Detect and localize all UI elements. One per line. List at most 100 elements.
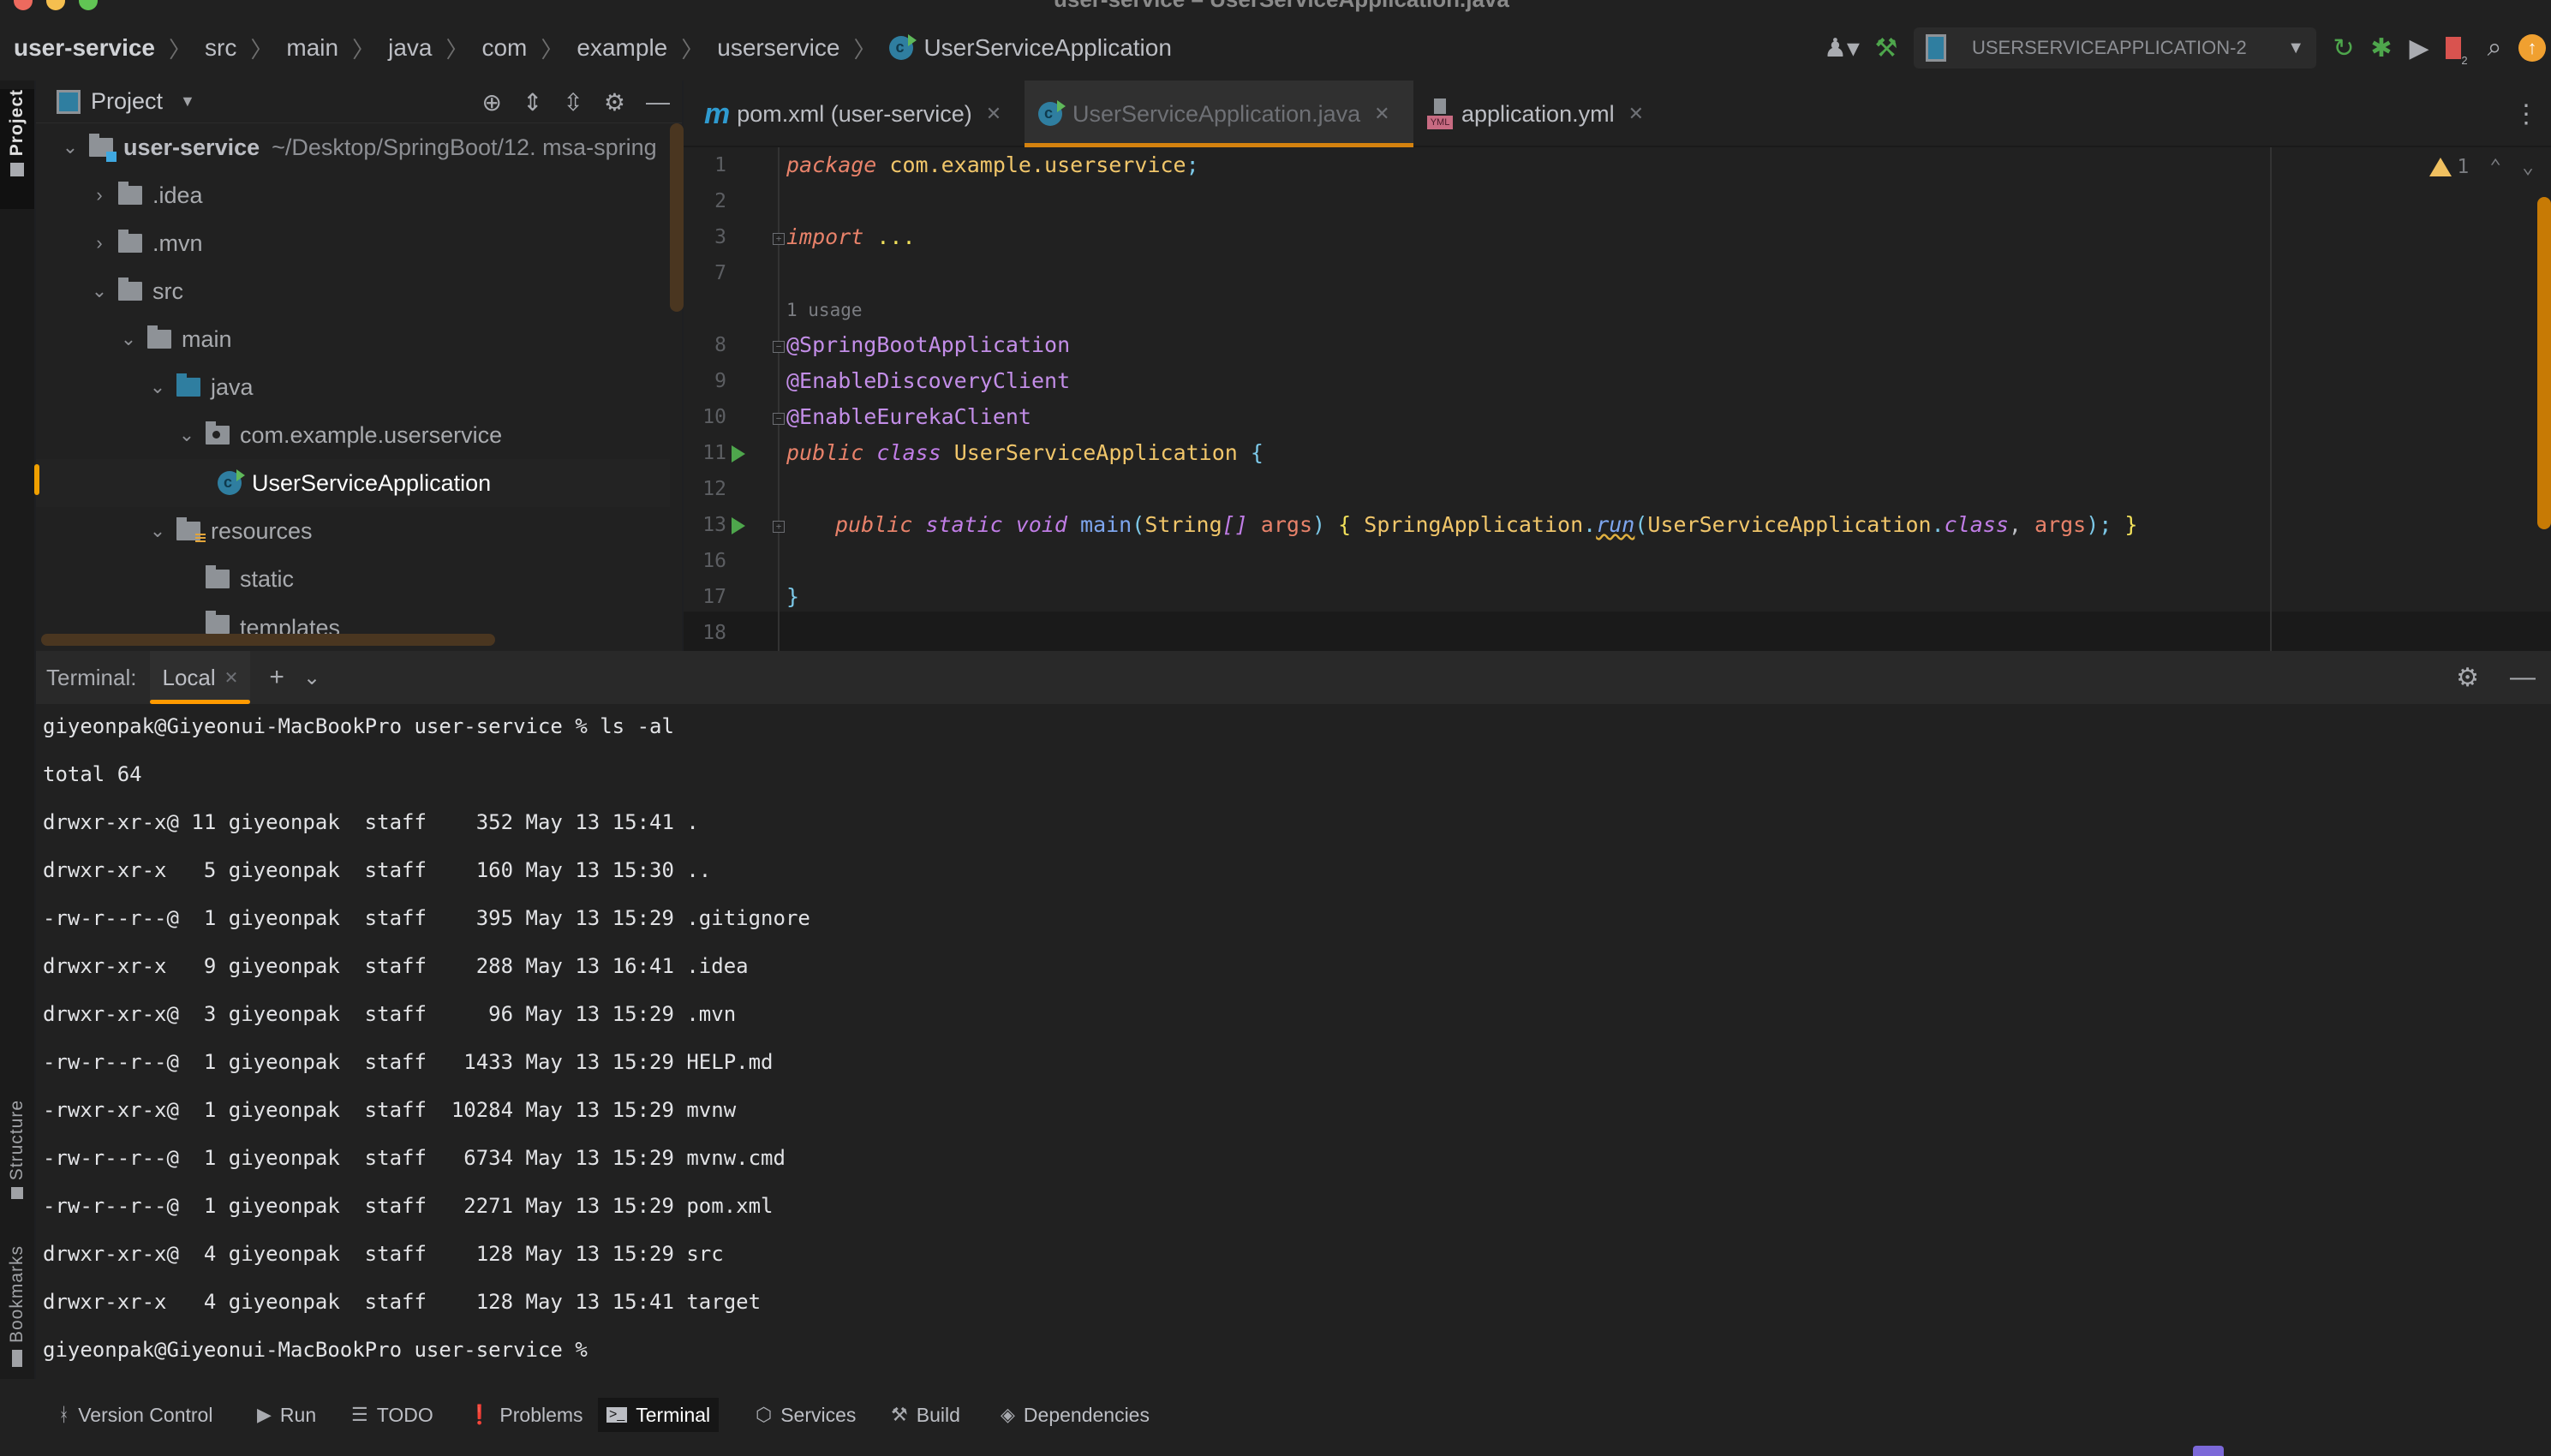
breadcrumb-item[interactable]: userservice — [717, 34, 839, 62]
terminal-line: -rw-r--r--@ 1 giyeonpak staff 2271 May 1… — [43, 1194, 774, 1218]
terminal-tab-local[interactable]: Local ✕ — [150, 651, 251, 704]
expand-all-icon[interactable]: ⇕ — [523, 88, 542, 116]
inspection-widget[interactable]: 1 ⌃ ⌄ — [2429, 156, 2534, 178]
tool-label: Dependencies — [1023, 1403, 1150, 1426]
collapse-all-icon[interactable]: ⇳ — [563, 88, 582, 116]
fold-expand-icon[interactable]: + — [773, 233, 785, 245]
tool-terminal[interactable]: >_ Terminal — [598, 1398, 720, 1432]
coverage-icon[interactable]: ▶ — [2400, 29, 2438, 67]
fold-collapse-icon[interactable]: − — [773, 341, 785, 353]
code-editor[interactable]: 1 2 3 7 8 9 10 11 12 13 16 17 18 + − − +… — [684, 147, 2551, 651]
tree-item-static[interactable]: static — [36, 555, 670, 603]
tool-build[interactable]: ⚒ Build — [882, 1398, 969, 1432]
tree-item-package[interactable]: ⌄ com.example.userservice — [36, 411, 670, 459]
breadcrumb-item[interactable]: main — [286, 34, 338, 62]
run-gutter-icon[interactable] — [732, 445, 745, 462]
package-icon — [206, 421, 230, 445]
close-icon[interactable]: ✕ — [224, 667, 239, 689]
zoom-window-button[interactable] — [79, 0, 98, 10]
chevron-right-icon: 〉 — [169, 36, 192, 63]
version-control-icon: ᚼ — [58, 1404, 70, 1425]
terminal-line: drwxr-xr-x 5 giyeonpak staff 160 May 13 … — [43, 858, 712, 882]
new-terminal-icon[interactable]: + — [269, 663, 284, 692]
hide-panel-icon[interactable]: — — [646, 88, 670, 116]
tab-pom-xml[interactable]: m pom.xml (user-service) ✕ — [690, 81, 1015, 147]
breadcrumb-item[interactable]: com — [481, 34, 527, 62]
tree-item-java[interactable]: ⌄ java — [36, 363, 670, 411]
project-view-icon — [57, 89, 81, 114]
vcs-user-icon[interactable]: ♟▾ — [1816, 29, 1867, 67]
chevron-down-icon[interactable]: ⌄ — [303, 665, 320, 690]
stop-button[interactable]: 2 — [2438, 29, 2476, 67]
tool-dependencies[interactable]: ◈ Dependencies — [992, 1398, 1158, 1432]
project-tool-tab[interactable]: Project — [0, 89, 34, 209]
update-button[interactable]: ↑ — [2513, 29, 2551, 67]
fold-expand-icon[interactable]: + — [773, 521, 785, 533]
structure-tool-tab[interactable]: Structure — [0, 1100, 34, 1200]
warning-count[interactable]: 1 — [2429, 156, 2469, 178]
tool-problems[interactable]: ❗ Problems — [459, 1398, 592, 1432]
tool-label: Version Control — [78, 1403, 213, 1426]
tab-application-yml[interactable]: YML application.yml ✕ — [1413, 81, 1658, 147]
horizontal-scrollbar[interactable] — [41, 634, 495, 646]
build-icon: ⚒ — [891, 1404, 908, 1425]
services-icon: ⬡ — [756, 1404, 773, 1425]
line-number: 10 — [702, 406, 726, 428]
breadcrumb-item[interactable]: user-service — [14, 34, 155, 62]
tree-item-main[interactable]: ⌄ main — [36, 315, 670, 363]
hide-panel-icon[interactable]: — — [2510, 663, 2536, 692]
vertical-scrollbar[interactable] — [670, 123, 684, 312]
rerun-icon[interactable]: ↻ — [2325, 29, 2363, 67]
tree-item-idea[interactable]: › .idea — [36, 171, 670, 219]
project-title[interactable]: Project — [91, 88, 163, 115]
terminal-line: drwxr-xr-x 4 giyeonpak staff 128 May 13 … — [43, 1290, 762, 1314]
breadcrumb-item-class[interactable]: c UserServiceApplication — [889, 34, 1172, 62]
gear-icon[interactable]: ⚙ — [2456, 663, 2479, 693]
tree-item-label: resources — [211, 517, 313, 544]
run-configuration-select[interactable]: USERSERVICEAPPLICATION-2 ▼ — [1914, 27, 2316, 69]
breadcrumb-item[interactable]: src — [205, 34, 236, 62]
breadcrumb: user-service 〉 src 〉 main 〉 java 〉 com 〉… — [0, 33, 1172, 64]
close-icon[interactable]: ✕ — [1374, 103, 1389, 125]
tree-item-userserviceapplication[interactable]: c UserServiceApplication — [36, 459, 670, 507]
tree-item-user-service[interactable]: ⌄ user-service ~/Desktop/SpringBoot/12. … — [36, 123, 670, 171]
more-options-icon[interactable]: ⋮ — [2513, 99, 2539, 129]
tool-run[interactable]: ▶ Run — [248, 1398, 325, 1432]
status-indicator[interactable] — [2193, 1446, 2224, 1456]
close-icon[interactable]: ✕ — [986, 103, 1001, 125]
tree-item-mvn[interactable]: › .mvn — [36, 219, 670, 267]
locate-icon[interactable]: ⊕ — [481, 88, 501, 116]
bookmarks-tool-tab[interactable]: Bookmarks — [0, 1245, 34, 1368]
tree-item-src[interactable]: ⌄ src — [36, 267, 670, 315]
chevron-down-icon[interactable]: ▼ — [180, 92, 195, 110]
breadcrumb-item[interactable]: example — [577, 34, 667, 62]
search-icon[interactable]: ⌕ — [2476, 29, 2513, 67]
status-bar — [0, 1444, 2551, 1456]
close-window-button[interactable] — [14, 0, 33, 10]
tab-userserviceapplication-java[interactable]: c UserServiceApplication.java ✕ — [1025, 81, 1413, 147]
build-hammer-icon[interactable]: ⚒ — [1867, 29, 1905, 67]
chevron-down-icon: ⌄ — [149, 376, 166, 397]
breadcrumb-item[interactable]: java — [388, 34, 432, 62]
previous-highlight-icon[interactable]: ⌃ — [2489, 156, 2501, 178]
debug-icon[interactable]: ✱ — [2363, 29, 2400, 67]
terminal-line: giyeonpak@Giyeonui-MacBookPro user-servi… — [43, 714, 674, 738]
run-gutter-icon[interactable] — [732, 517, 745, 534]
tool-services[interactable]: ⬡ Services — [747, 1398, 864, 1432]
gear-icon[interactable]: ⚙ — [604, 88, 625, 116]
minimize-window-button[interactable] — [46, 0, 65, 10]
editor-scrollbar[interactable] — [2537, 197, 2551, 529]
next-highlight-icon[interactable]: ⌄ — [2522, 156, 2534, 178]
close-icon[interactable]: ✕ — [1628, 103, 1644, 125]
terminal-icon: >_ — [606, 1407, 628, 1423]
tree-item-resources[interactable]: ⌄ resources — [36, 507, 670, 555]
code-line-9: @EnableDiscoveryClient — [786, 368, 1071, 393]
tool-todo[interactable]: ☰ TODO — [343, 1398, 442, 1432]
tree-item-label: .idea — [152, 182, 203, 208]
tree-item-templates[interactable]: templates — [36, 603, 670, 637]
tool-version-control[interactable]: ᚼ Version Control — [50, 1398, 221, 1432]
fold-collapse-icon[interactable]: − — [773, 413, 785, 425]
usage-hint[interactable]: 1 usage — [786, 300, 863, 320]
terminal-output[interactable]: giyeonpak@Giyeonui-MacBookPro user-servi… — [36, 704, 2551, 1379]
terminal-prompt[interactable]: giyeonpak@Giyeonui-MacBookPro user-servi… — [43, 1338, 588, 1362]
